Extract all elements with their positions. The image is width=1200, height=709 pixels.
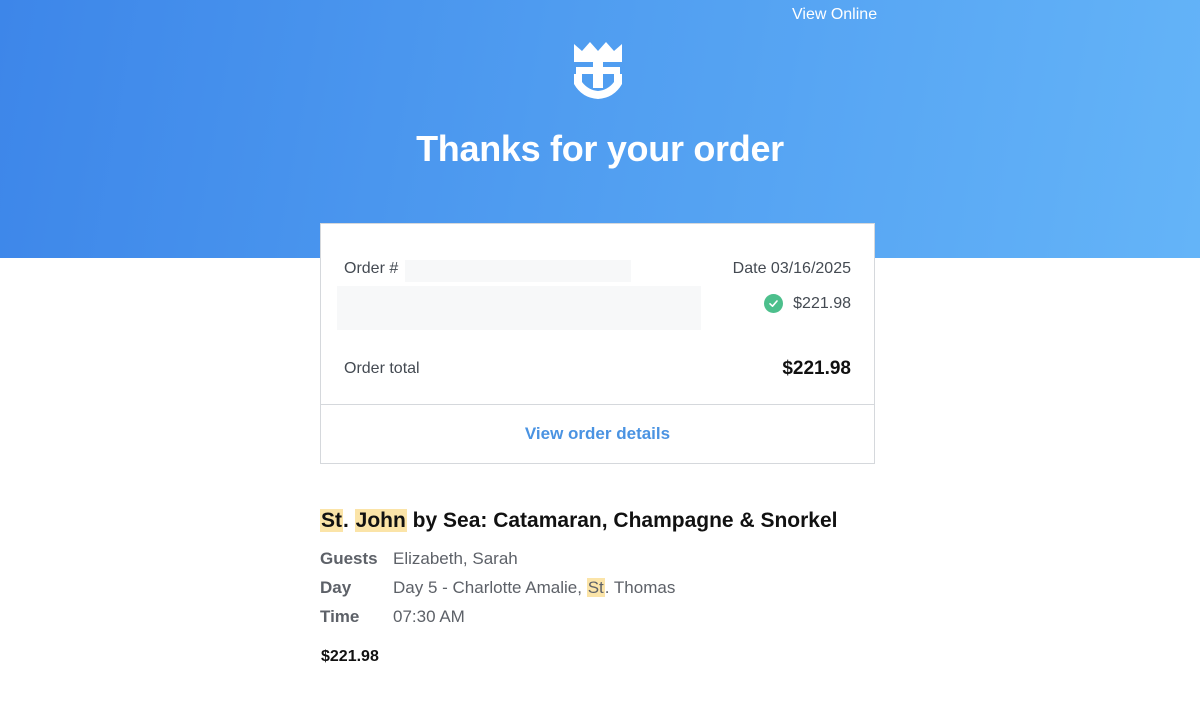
day-value: Day 5 - Charlotte Amalie, St. Thomas (393, 578, 675, 598)
highlight: St (586, 578, 605, 597)
header-banner: View Online Thanks for your order (0, 0, 1200, 258)
crown-anchor-logo-icon (574, 42, 622, 99)
guests-label: Guests (320, 549, 378, 568)
email-page: View Online Thanks for your order Order … (0, 0, 1200, 709)
order-date: Date 03/16/2025 (732, 260, 851, 277)
highlight: John (354, 509, 407, 532)
guests-value: Elizabeth, Sarah (393, 549, 518, 568)
order-summary-card: Order # Date 03/16/2025 $221.98 Order to… (320, 223, 875, 464)
time-row: Time 07:30 AM (320, 607, 465, 627)
day-text: . Thomas (604, 578, 676, 597)
order-number-label: Order # (344, 260, 399, 277)
title-text: . (343, 509, 355, 532)
paid-amount: $221.98 (793, 294, 851, 312)
payment-status: $221.98 (764, 294, 851, 313)
time-label: Time (320, 607, 360, 626)
redacted-order-number (405, 260, 631, 282)
guests-row: Guests Elizabeth, Sarah (320, 549, 518, 569)
highlight: St (320, 509, 343, 532)
day-label: Day (320, 578, 352, 597)
day-text: Day 5 - Charlotte Amalie, (393, 578, 587, 597)
check-circle-icon (764, 294, 784, 313)
redacted-order-info (337, 286, 701, 330)
card-divider (321, 404, 874, 405)
excursion-title: St. John by Sea: Catamaran, Champagne & … (320, 509, 837, 533)
title-text: by Sea: Catamaran, Champagne & Snorkel (406, 509, 838, 532)
time-value: 07:30 AM (393, 607, 465, 626)
order-total-label: Order total (344, 360, 420, 377)
day-row: Day Day 5 - Charlotte Amalie, St. Thomas (320, 578, 675, 598)
view-order-details-link[interactable]: View order details (321, 424, 874, 444)
order-total-value: $221.98 (782, 358, 851, 379)
view-online-link[interactable]: View Online (792, 6, 877, 24)
excursion-price: $221.98 (321, 648, 379, 665)
page-title: Thanks for your order (416, 128, 784, 169)
